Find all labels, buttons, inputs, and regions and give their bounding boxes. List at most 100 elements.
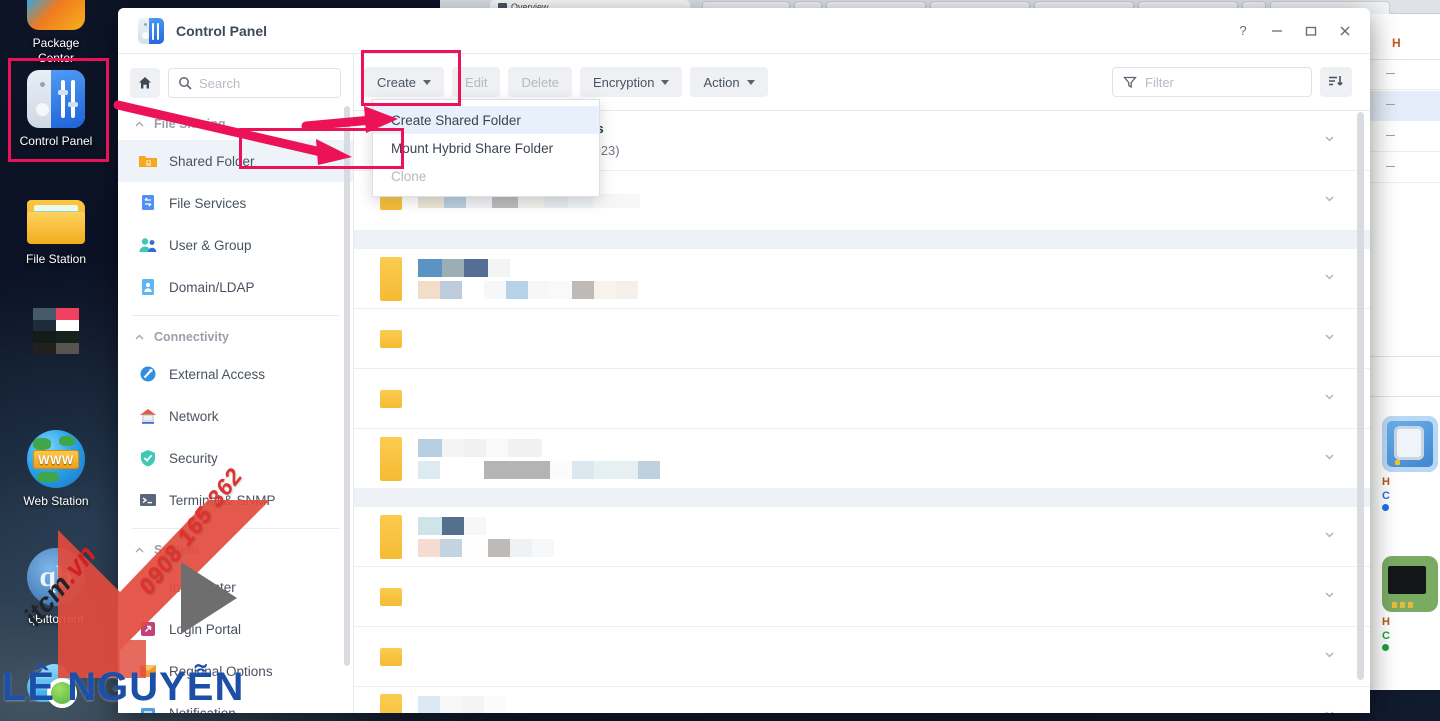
home-button[interactable] [130,68,160,98]
sidebar-item-domain-ldap[interactable]: Domain/LDAP [118,266,353,308]
chevron-down-icon[interactable] [1323,270,1336,288]
product-stock [1382,504,1440,511]
desktop-icon-control-panel[interactable]: Control Panel [0,70,112,149]
window-title-bar[interactable]: Control Panel ? [118,8,1370,54]
close-button[interactable] [1328,14,1362,48]
background-product-card[interactable]: H C [1382,416,1440,511]
sidebar-item-security[interactable]: Security [118,437,353,479]
delete-button[interactable]: Delete [508,67,573,97]
product-price: C [1382,630,1390,642]
table-row[interactable] [354,249,1370,309]
sidebar-item-regional-options[interactable]: Regional Options [118,650,353,692]
product-title: H [1382,616,1390,628]
desktop-icon-package-center[interactable]: Package Center [0,0,112,66]
sidebar-item-label: Terminal & SNMP [169,492,276,508]
edit-button[interactable]: Edit [452,67,501,97]
desktop-icon-file-station[interactable]: File Station [0,196,112,267]
sidebar-item-login-portal[interactable]: Login Portal [118,608,353,650]
sidebar-group-file-sharing[interactable]: File Sharing [118,108,353,140]
product-price: C [1382,490,1390,502]
toolbar-right-group: Filter [1112,67,1352,97]
filter-input[interactable]: Filter [1112,67,1312,97]
sidebar-item-notification[interactable]: Notification [118,692,353,713]
chevron-down-icon[interactable] [1323,132,1336,150]
desktop-icon-cloud-sync[interactable] [0,662,112,714]
package-center-icon [27,0,85,30]
table-row[interactable] [354,309,1370,369]
table-row[interactable] [354,369,1370,429]
minimize-button[interactable] [1260,14,1294,48]
desktop-icon-label: qBittorrent [28,612,84,626]
network-icon [138,406,158,426]
encryption-button[interactable]: Encryption [580,67,683,97]
folder-icon [380,587,402,606]
create-dropdown-menu[interactable]: Create Shared Folder Mount Hybrid Share … [372,99,600,197]
search-input[interactable]: Search [168,68,341,98]
help-button[interactable]: ? [1226,14,1260,48]
control-panel-icon [138,17,164,44]
sidebar-item-user-group[interactable]: User & Group [118,224,353,266]
menu-item-create-shared-folder[interactable]: Create Shared Folder [373,106,599,134]
menu-item-label: Mount Hybrid Share Folder [391,140,554,156]
web-station-icon: WWW [27,430,85,488]
folder-icon [380,647,402,666]
sidebar-group-label: Connectivity [154,330,230,344]
redacted-content [418,438,660,479]
sidebar-item-shared-folder[interactable]: Shared Folder [118,140,353,182]
cloud-sync-icon [25,662,87,714]
sidebar-group-system[interactable]: System [118,534,353,566]
sidebar-item-external-access[interactable]: External Access [118,353,353,395]
sort-button[interactable] [1320,67,1352,97]
sidebar-item-terminal-snmp[interactable]: Terminal & SNMP [118,479,353,521]
sidebar-search-row: Search [118,54,353,108]
maximize-button[interactable] [1294,14,1328,48]
sidebar-item-label: Domain/LDAP [169,279,255,295]
table-row-strip [354,231,1370,249]
sidebar-item-label: Info Center [169,579,236,595]
sidebar-group-connectivity[interactable]: Connectivity [118,321,353,353]
sidebar-item-label: External Access [169,366,266,382]
chevron-down-icon[interactable] [1323,588,1336,606]
chevron-down-icon[interactable] [1323,330,1336,348]
action-button-label: Action [703,74,740,90]
desktop-icon-qbittorrent[interactable]: qb qBittorrent [0,548,112,627]
table-row[interactable] [354,687,1370,713]
shared-folder-list[interactable]: ess -2023) [354,111,1370,713]
table-row[interactable] [354,507,1370,567]
list-scrollbar[interactable] [1357,112,1364,680]
sidebar-item-info-center[interactable]: i Info Center [118,566,353,608]
sidebar-item-network[interactable]: Network [118,395,353,437]
info-center-icon: i [138,577,158,597]
table-row[interactable] [354,429,1370,489]
table-row[interactable] [354,567,1370,627]
settings-sidebar[interactable]: Search File Sharing Shared Folder File S… [118,54,354,713]
folder-icon [380,436,402,481]
background-product-card[interactable]: H C [1382,556,1440,651]
menu-item-label: Clone [391,168,427,184]
desktop-icon-web-station[interactable]: WWW Web Station [0,430,112,509]
chevron-down-icon[interactable] [1323,390,1336,408]
chevron-down-icon[interactable] [1323,707,1336,713]
security-icon [138,448,158,468]
menu-item-mount-hybrid-share-folder[interactable]: Mount Hybrid Share Folder [373,134,599,162]
terminal-snmp-icon [138,490,158,510]
sidebar-item-file-services[interactable]: File Services [118,182,353,224]
sidebar-item-label: Notification [169,705,236,714]
chevron-down-icon [746,79,755,85]
sidebar-scrollbar[interactable] [344,106,350,666]
desktop-icon-label: File Station [25,252,87,266]
sidebar-group-label: File Sharing [154,117,226,131]
chevron-down-icon[interactable] [1323,450,1336,468]
chevron-down-icon[interactable] [1323,192,1336,210]
action-button[interactable]: Action [690,67,768,97]
chevron-down-icon[interactable] [1323,528,1336,546]
table-row[interactable] [354,627,1370,687]
desktop-icon-pixelated-app[interactable] [0,308,112,354]
chevron-down-icon[interactable] [1323,648,1336,666]
control-panel-window[interactable]: Control Panel ? Search File Sharing Shar… [118,8,1370,713]
window-controls[interactable]: ? [1226,8,1362,54]
desktop-icon-label: Control Panel [19,134,93,148]
regional-options-icon [138,661,158,681]
sidebar-item-label: User & Group [169,237,252,253]
create-button[interactable]: Create [364,67,445,97]
